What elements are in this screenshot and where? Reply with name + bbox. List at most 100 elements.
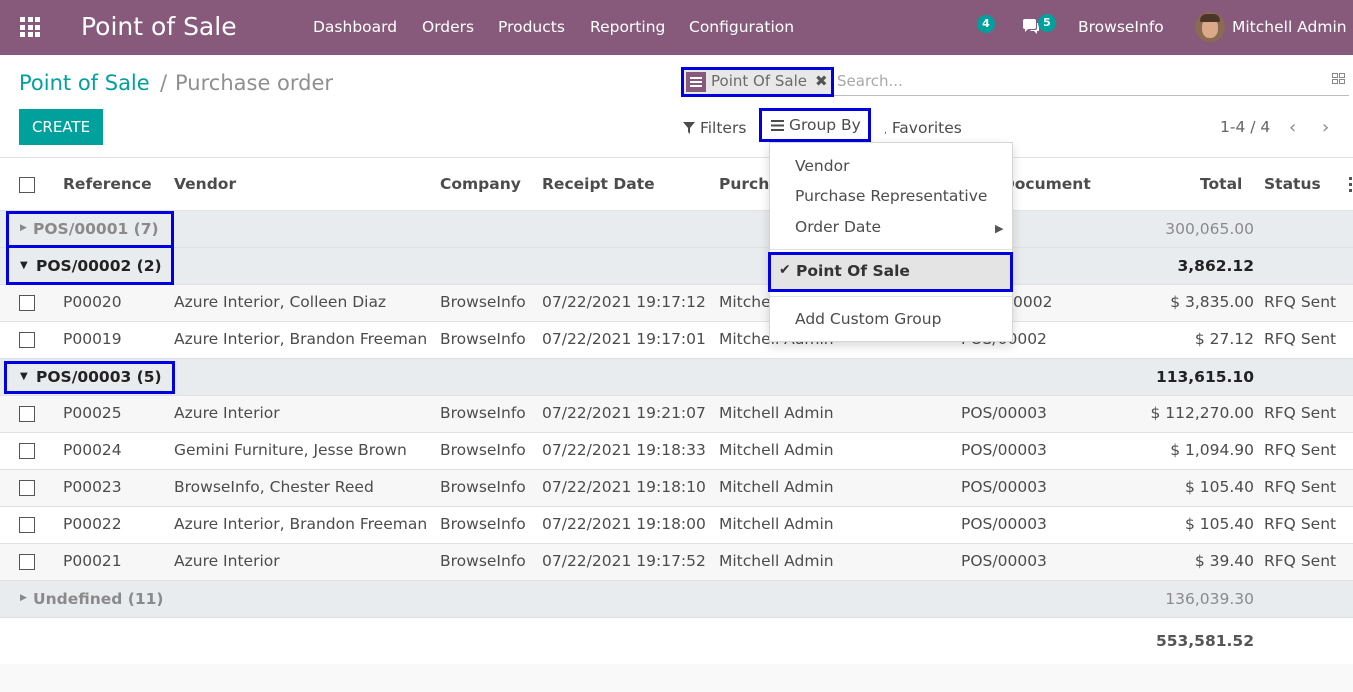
cell-receipt-date: 07/22/2021 19:18:10 [542,478,706,496]
cell-total: $ 105.40 [1184,515,1254,533]
caret-right-icon: ▶ [20,593,27,603]
messages-badge[interactable]: 5 [1038,14,1056,32]
top-navbar: Point of Sale Dashboard Orders Products … [0,0,1353,55]
group-by-vendor[interactable]: Vendor [795,157,849,175]
cell-status: RFQ Sent [1264,441,1337,459]
cell-status: RFQ Sent [1264,478,1337,496]
group-total: 136,039.30 [1165,590,1254,608]
group-by-order-date[interactable]: Order Date [795,218,881,236]
group-by-point-of-sale[interactable]: ✔ Point Of Sale [768,252,1013,292]
breadcrumb-parent[interactable]: Point of Sale [19,71,150,95]
column-reference[interactable]: Reference [63,175,152,193]
activity-badge[interactable]: 4 [977,15,995,33]
group-by-button[interactable]: Group By [759,108,871,142]
cell-company: BrowseInfo [440,515,526,533]
group-by-purchase-representative[interactable]: Purchase Representative [795,187,987,205]
cell-receipt-date: 07/22/2021 19:21:07 [542,404,706,422]
cell-vendor: BrowseInfo, Chester Reed [174,478,374,496]
row-checkbox[interactable] [19,332,35,348]
cell-vendor: Azure Interior, Brandon Freeman [174,330,428,348]
caret-down-icon: ▼ [20,371,28,382]
group-row[interactable]: ▼ POS/00002 (2) 3,862.12 [0,230,1353,285]
row-checkbox[interactable] [19,406,35,422]
column-vendor[interactable]: Vendor [174,175,236,193]
pager-next-icon[interactable]: › [1322,117,1329,138]
cell-company: BrowseInfo [440,404,526,422]
column-total[interactable]: Total [1200,175,1242,193]
cell-status: RFQ Sent [1264,293,1337,311]
star-icon: , [884,126,887,136]
cell-total: $ 3,835.00 [1170,293,1254,311]
cell-source-document: POS/00003 [961,552,1047,570]
create-button[interactable]: CREATE [19,109,103,145]
cell-receipt-date: 07/22/2021 19:17:01 [542,330,706,348]
optional-columns-icon[interactable] [1349,177,1353,193]
facet-label: Point Of Sale [711,72,807,90]
cell-receipt-date: 07/22/2021 19:17:12 [542,293,706,311]
facet-close-icon[interactable]: ✖ [815,72,828,90]
column-status[interactable]: Status [1264,175,1321,193]
group-row[interactable]: ▼ POS/00003 (5) 113,615.10 [0,359,1353,396]
filter-icon [683,122,695,134]
column-purchase-representative[interactable]: Purch [719,175,769,193]
cell-representative: Mitchell Admin [719,515,834,533]
group-row[interactable]: ▶ Undefined (11) 136,039.30 [0,581,1353,618]
caret-down-icon: ▼ [20,260,28,271]
column-company[interactable]: Company [440,175,521,193]
menu-reporting[interactable]: Reporting [590,18,665,36]
user-avatar[interactable] [1195,12,1225,42]
add-custom-group[interactable]: Add Custom Group [795,310,941,328]
search-bar: Point Of Sale ✖ [681,67,1349,97]
table-row[interactable]: P00025 Azure Interior BrowseInfo 07/22/2… [0,396,1353,433]
table-header: Reference Vendor Company Receipt Date Pu… [0,158,1353,211]
table-row[interactable]: P00021 Azure Interior BrowseInfo 07/22/2… [0,544,1353,581]
user-menu[interactable]: Mitchell Admin [1232,18,1347,36]
favorites-button[interactable]: , Favorites [884,119,962,137]
row-checkbox[interactable] [19,295,35,311]
search-options-toggle-icon[interactable] [1332,73,1345,84]
apps-grid-icon[interactable] [20,17,40,37]
pager-previous-icon[interactable]: ‹ [1289,117,1296,138]
cell-reference: P00024 [63,441,122,459]
row-checkbox[interactable] [19,554,35,570]
menu-dashboard[interactable]: Dashboard [313,18,397,36]
cell-company: BrowseInfo [440,478,526,496]
cell-receipt-date: 07/22/2021 19:18:00 [542,515,706,533]
table-footer: 553,581.52 [0,618,1353,664]
menu-configuration[interactable]: Configuration [689,18,794,36]
list-icon [771,120,784,131]
group-row[interactable]: ▶ POS/00001 (7) 300,065.00 [0,211,1353,248]
cell-company: BrowseInfo [440,330,526,348]
table-row[interactable]: P00020 Azure Interior, Colleen Diaz Brow… [0,285,1353,322]
cell-receipt-date: 07/22/2021 19:17:52 [542,552,706,570]
cell-source-document: POS/00003 [961,404,1047,422]
table-row[interactable]: P00024 Gemini Furniture, Jesse Brown Bro… [0,433,1353,470]
pager-value[interactable]: 1-4 / 4 [1220,118,1270,136]
row-checkbox[interactable] [19,480,35,496]
group-total: 3,862.12 [1177,257,1255,275]
cell-reference: P00019 [63,330,122,348]
row-checkbox[interactable] [19,517,35,533]
search-facet[interactable]: Point Of Sale ✖ [681,67,834,97]
cell-status: RFQ Sent [1264,330,1337,348]
search-input[interactable] [837,69,1317,93]
cell-vendor: Gemini Furniture, Jesse Brown [174,441,407,459]
company-switcher[interactable]: BrowseInfo [1078,18,1164,36]
table-row[interactable]: P00022 Azure Interior, Brandon Freeman B… [0,507,1353,544]
dropdown-divider [770,249,1012,250]
table-row[interactable]: P00023 BrowseInfo, Chester Reed BrowseIn… [0,470,1353,507]
menu-orders[interactable]: Orders [422,18,474,36]
select-all-checkbox[interactable] [19,177,35,193]
cell-source-document: 0002 [1013,293,1053,311]
filters-button[interactable]: Filters [683,119,746,137]
table-row[interactable]: P00019 Azure Interior, Brandon Freeman B… [0,322,1353,359]
group-total: 300,065.00 [1165,220,1254,238]
row-checkbox[interactable] [19,443,35,459]
submenu-caret-icon: ▶ [995,222,1004,235]
group-by-label: Group By [788,116,861,134]
app-brand[interactable]: Point of Sale [81,12,237,41]
cell-reference: P00023 [63,478,122,496]
cell-status: RFQ Sent [1264,515,1337,533]
menu-products[interactable]: Products [498,18,565,36]
column-receipt-date[interactable]: Receipt Date [542,175,655,193]
